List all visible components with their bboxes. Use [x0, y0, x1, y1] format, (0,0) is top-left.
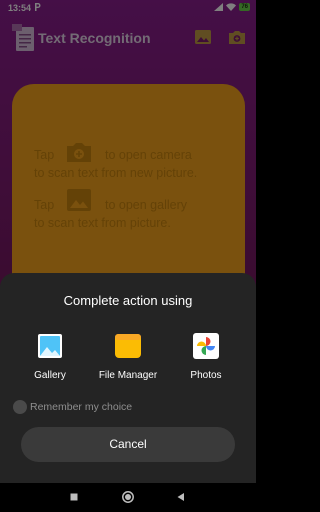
back-triangle-icon[interactable]: [174, 490, 188, 504]
target-photos[interactable]: Photos: [164, 331, 248, 391]
photos-pinwheel-icon: [193, 333, 219, 359]
cancel-button[interactable]: Cancel: [21, 427, 235, 462]
remember-label: Remember my choice: [30, 401, 133, 413]
gallery-app-icon: [38, 334, 62, 358]
complete-action-sheet: Complete action using Gallery File Manag…: [0, 273, 256, 483]
home-circle-icon[interactable]: [121, 490, 135, 504]
target-label: Photos: [190, 370, 222, 381]
sheet-title: Complete action using: [63, 293, 193, 308]
target-file-manager[interactable]: File Manager: [86, 331, 170, 391]
remember-checkbox[interactable]: [13, 400, 27, 414]
folder-icon: [115, 334, 141, 358]
target-gallery[interactable]: Gallery: [8, 331, 92, 391]
target-label: File Manager: [98, 370, 158, 381]
recents-square-icon[interactable]: [67, 490, 81, 504]
target-label: Gallery: [34, 370, 66, 381]
navigation-bar: [0, 483, 256, 512]
